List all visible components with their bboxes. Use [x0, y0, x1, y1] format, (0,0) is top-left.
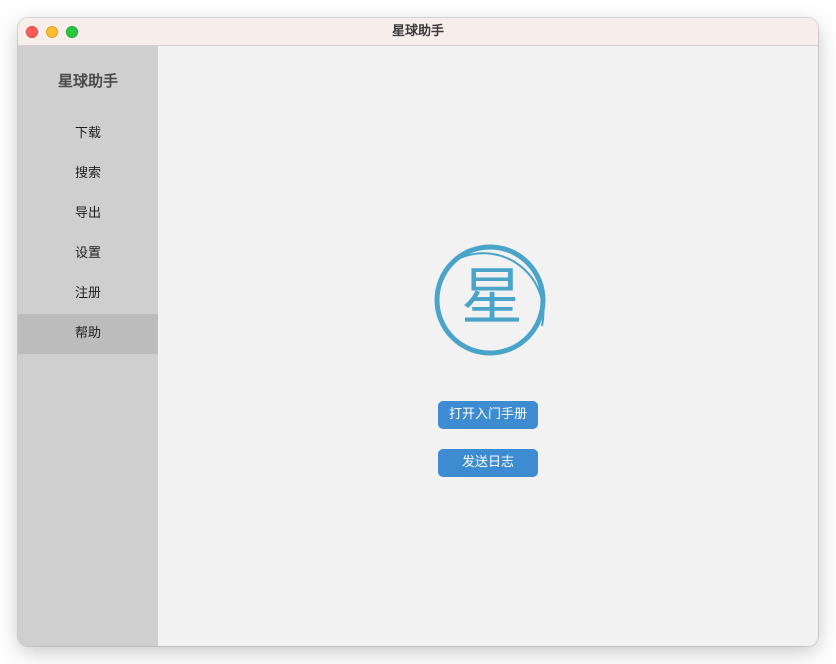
- sidebar-item-search[interactable]: 搜索: [18, 154, 158, 194]
- sidebar-item-register[interactable]: 注册: [18, 274, 158, 314]
- sidebar-item-settings[interactable]: 设置: [18, 234, 158, 274]
- sidebar-app-title: 星球助手: [57, 72, 118, 90]
- open-manual-button[interactable]: 打开入门手册: [438, 401, 538, 429]
- sidebar: 星球助手 下载 搜索 导出 设置 注册 帮助: [18, 46, 158, 646]
- logo-glyph: 星: [461, 260, 523, 333]
- title-bar: 星球助手: [18, 18, 818, 46]
- sidebar-item-export[interactable]: 导出: [18, 194, 158, 234]
- app-window: 星球助手 星球助手 下载 搜索 导出 设置 注册 帮助 星 打开入门手册 发送日…: [18, 18, 818, 646]
- planet-logo-icon: 星: [434, 244, 546, 356]
- window-title: 星球助手: [391, 24, 444, 39]
- sidebar-item-help[interactable]: 帮助: [18, 314, 158, 354]
- send-log-button[interactable]: 发送日志: [438, 449, 538, 477]
- sidebar-item-download[interactable]: 下载: [18, 114, 158, 154]
- help-panel: 星 打开入门手册 发送日志: [158, 46, 818, 646]
